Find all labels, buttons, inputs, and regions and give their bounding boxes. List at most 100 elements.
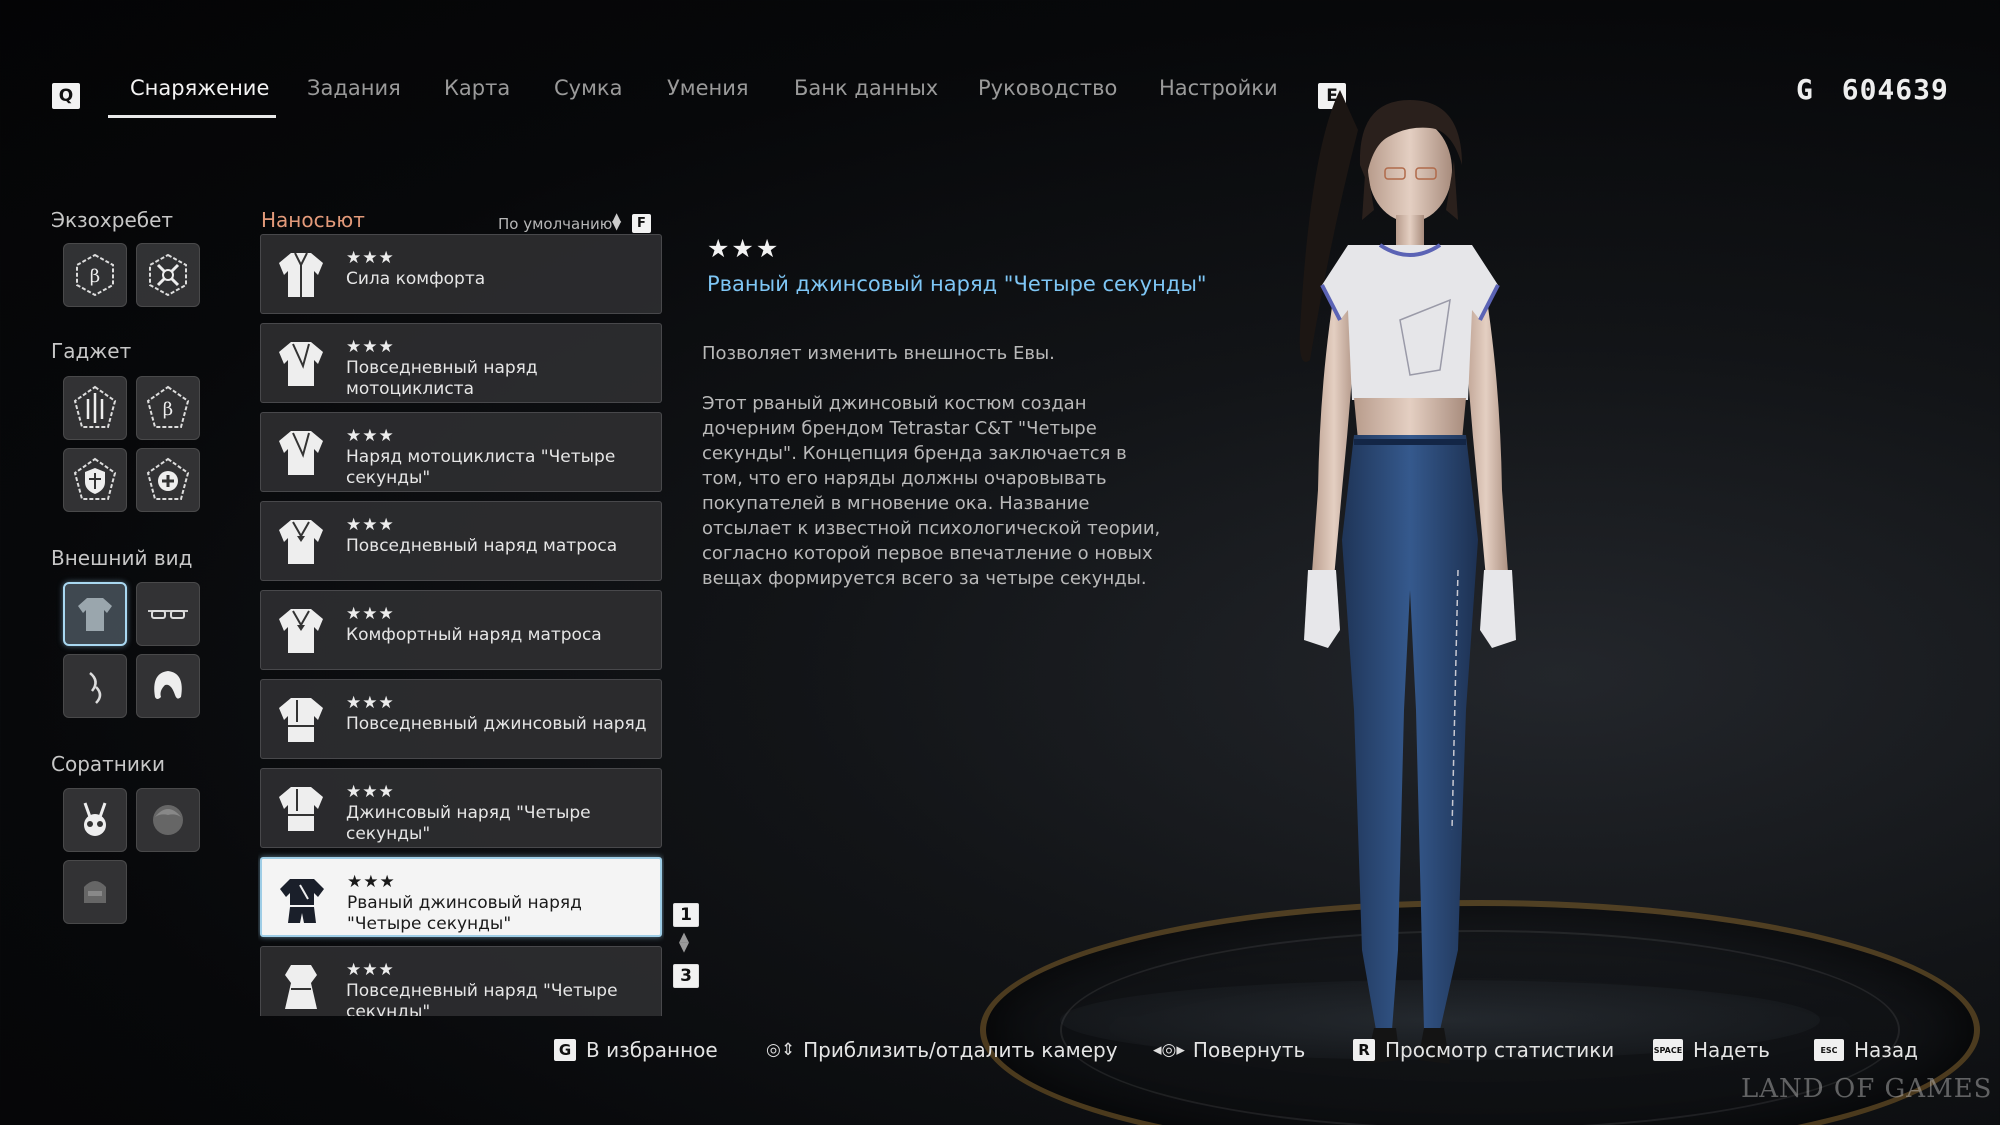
outfit-list[interactable]: ★★★ Сила комфорта ★★★ Повседневный наряд… <box>258 234 664 1016</box>
earring-icon <box>89 672 102 704</box>
category-appearance: Внешний вид <box>51 546 193 570</box>
rarity-stars: ★★★ <box>346 782 395 802</box>
equip-hint[interactable]: SPACE Надеть <box>1653 1038 1770 1062</box>
gadget-slot-4[interactable] <box>136 448 200 512</box>
watermark: LAND OF GAMES <box>1741 1074 1993 1104</box>
companion-slot-2[interactable] <box>136 788 200 852</box>
mouse-wheel-icon: ◎⇕ <box>766 1040 796 1060</box>
active-tab-underline <box>108 115 276 118</box>
gadget-slot-2[interactable]: β <box>136 376 200 440</box>
list-item[interactable]: ★★★ Наряд мотоциклиста "Четыре секунды" <box>260 412 662 492</box>
appearance-slot-glasses[interactable] <box>136 582 200 646</box>
appearance-slot-earrings[interactable] <box>63 654 127 718</box>
list-item[interactable]: ★★★ Джинсовый наряд "Четыре секунды" <box>260 768 662 848</box>
gadget-slot-3[interactable] <box>63 448 127 512</box>
biker-jacket-icon <box>279 431 323 475</box>
favorite-hint[interactable]: G В избранное <box>554 1038 718 1062</box>
gadget-slot-1[interactable] <box>63 376 127 440</box>
zoom-camera-label: Приблизить/отдалить камеру <box>803 1038 1118 1062</box>
stats-hint[interactable]: R Просмотр статистики <box>1353 1038 1614 1062</box>
appearance-slot-outfit[interactable] <box>63 582 127 646</box>
tab-quests[interactable]: Задания <box>307 76 401 100</box>
page-current-indicator: 1 <box>673 903 699 927</box>
currency-value: 604639 <box>1841 73 1949 106</box>
scroll-arrows-icon[interactable]: ▲ ▼ <box>679 931 689 954</box>
detail-rarity-stars: ★★★ <box>707 234 781 263</box>
ripped-tshirt-icon <box>280 879 324 923</box>
item-name: Повседневный наряд матроса <box>346 536 618 556</box>
character-model[interactable] <box>1240 70 1620 1110</box>
beta-pentagon-icon: β <box>146 385 190 428</box>
rarity-stars: ★★★ <box>346 426 395 446</box>
equip-label: Надеть <box>1693 1038 1770 1062</box>
zoom-camera-hint[interactable]: ◎⇕ Приблизить/отдалить камеру <box>766 1038 1118 1062</box>
list-item[interactable]: ★★★ Повседневный джинсовый наряд <box>260 679 662 759</box>
exospine-slot-2[interactable] <box>136 243 200 307</box>
biker-jacket-icon <box>279 342 323 386</box>
stats-key: R <box>1353 1039 1375 1061</box>
sailor-outfit-icon <box>279 609 323 653</box>
tab-guide[interactable]: Руководство <box>978 76 1117 100</box>
list-item[interactable]: ★★★ Комфортный наряд матроса <box>260 590 662 670</box>
page-total-indicator: 3 <box>673 964 699 988</box>
rarity-stars: ★★★ <box>346 693 395 713</box>
companion-slot-1[interactable] <box>63 788 127 852</box>
medkit-icon <box>146 457 190 500</box>
item-name: Повседневный джинсовый наряд <box>346 714 647 734</box>
list-item[interactable]: ★★★ Сила комфорта <box>260 234 662 314</box>
item-name: Джинсовый наряд "Четыре секунды" <box>346 803 591 844</box>
sort-label[interactable]: По умолчанию <box>498 215 612 233</box>
tab-bag[interactable]: Сумка <box>554 76 623 100</box>
list-item[interactable]: ★★★ Повседневный наряд мотоциклиста <box>260 323 662 403</box>
rarity-stars: ★★★ <box>346 604 395 624</box>
tab-map[interactable]: Карта <box>444 76 510 100</box>
cross-hex-icon <box>149 253 187 297</box>
appearance-slot-hair[interactable] <box>136 654 200 718</box>
shield-icon <box>73 457 117 500</box>
detail-desc-line-2: Этот рваный джинсовый костюм создан доче… <box>702 393 1161 589</box>
companion-helmet-icon <box>84 881 106 903</box>
back-label: Назад <box>1854 1038 1919 1062</box>
sort-arrows-icon: ▲ ▼ <box>612 210 622 232</box>
rarity-stars: ★★★ <box>346 960 395 980</box>
tab-equipment[interactable]: Снаряжение <box>130 76 269 100</box>
svg-text:β: β <box>90 266 100 287</box>
sailor-outfit-icon <box>279 520 323 564</box>
companion-portrait-icon <box>153 805 183 835</box>
rotate-hint[interactable]: ◂◎▸ Повернуть <box>1153 1038 1305 1062</box>
esc-key: ESC <box>1814 1039 1844 1061</box>
currency-icon: G <box>1796 73 1814 106</box>
space-key: SPACE <box>1653 1039 1683 1061</box>
currency-display: G 604639 <box>1796 73 1949 106</box>
detail-title: Рваный джинсовый наряд "Четыре секунды" <box>707 272 1207 296</box>
companion-slot-3[interactable] <box>63 860 127 924</box>
sort-key[interactable]: F <box>632 214 651 233</box>
svg-text:β: β <box>163 399 173 420</box>
drone-rabbit-icon <box>83 802 107 836</box>
rarity-stars: ★★★ <box>346 337 395 357</box>
list-item[interactable]: ★★★ Повседневный наряд матроса <box>260 501 662 581</box>
glasses-icon <box>148 610 188 619</box>
tab-skills[interactable]: Умения <box>667 76 749 100</box>
list-item-selected[interactable]: ★★★ Рваный джинсовый наряд "Четыре секун… <box>260 857 662 937</box>
denim-outfit-icon <box>279 787 323 831</box>
stats-label: Просмотр статистики <box>1385 1038 1615 1062</box>
rarity-stars: ★★★ <box>346 248 395 268</box>
category-exospine: Экзохребет <box>51 208 174 232</box>
rarity-stars: ★★★ <box>347 872 396 892</box>
jacket-icon <box>279 252 323 297</box>
prev-tab-key[interactable]: Q <box>52 83 80 109</box>
back-hint[interactable]: ESC Назад <box>1814 1038 1918 1062</box>
detail-desc-line-1: Позволяет изменить внешность Евы. <box>702 343 1055 364</box>
rarity-stars: ★★★ <box>346 515 395 535</box>
hair-icon <box>154 671 182 699</box>
arrow-burst-icon <box>73 385 117 428</box>
category-gadget: Гаджет <box>51 339 132 363</box>
tab-database[interactable]: Банк данных <box>794 76 938 100</box>
dress-outfit-icon <box>285 965 317 1009</box>
list-item[interactable]: ★★★ Повседневный наряд "Четыре секунды" <box>260 946 662 1016</box>
exospine-slot-1[interactable]: β <box>63 243 127 307</box>
denim-outfit-icon <box>279 698 323 742</box>
mouse-drag-icon: ◂◎▸ <box>1153 1040 1185 1060</box>
favorite-label: В избранное <box>586 1038 718 1062</box>
